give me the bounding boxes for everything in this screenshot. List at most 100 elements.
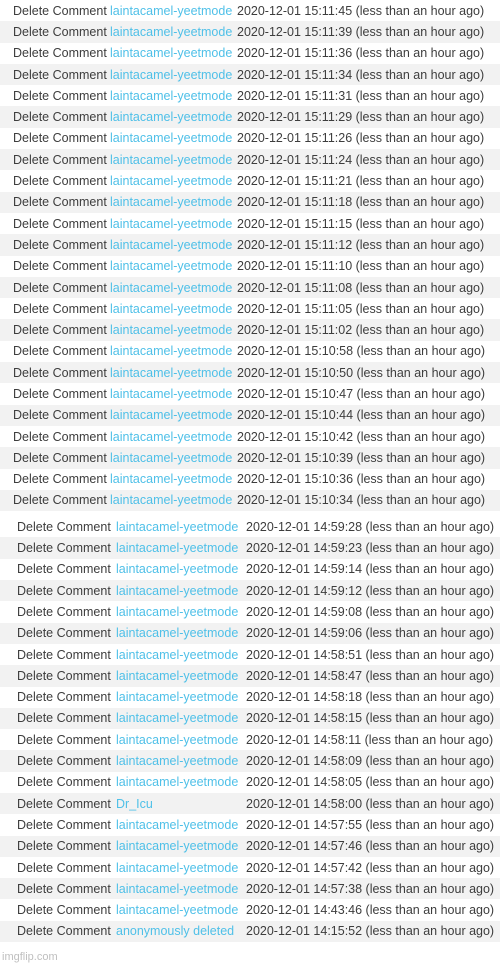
user-link[interactable]: laintacamel-yeetmode — [114, 750, 243, 771]
delete-comment-button[interactable]: Delete Comment — [0, 341, 110, 362]
delete-comment-button[interactable]: Delete Comment — [0, 106, 110, 127]
delete-comment-button[interactable]: Delete Comment — [0, 319, 110, 340]
user-link[interactable]: laintacamel-yeetmode — [110, 149, 237, 170]
user-link[interactable]: laintacamel-yeetmode — [110, 21, 237, 42]
user-link[interactable]: laintacamel-yeetmode — [110, 43, 237, 64]
delete-comment-button[interactable]: Delete Comment — [0, 64, 110, 85]
delete-comment-button[interactable]: Delete Comment — [0, 857, 114, 878]
delete-comment-button[interactable]: Delete Comment — [0, 793, 114, 814]
user-link[interactable]: laintacamel-yeetmode — [114, 772, 243, 793]
delete-comment-button[interactable]: Delete Comment — [0, 687, 114, 708]
timestamp: 2020-12-01 15:11:39 (less than an hour a… — [237, 24, 485, 39]
table-row: Delete Comment laintacamel-yeetmode 2020-1… — [0, 899, 500, 921]
timestamp: 2020-12-01 14:59:28 (less than an hour a… — [246, 519, 495, 534]
user-link[interactable]: laintacamel-yeetmode — [114, 729, 243, 750]
delete-comment-button[interactable]: Delete Comment — [0, 192, 110, 213]
user-link[interactable]: laintacamel-yeetmode — [110, 277, 237, 298]
table-row: Delete Comment laintacamel-yeetmode 2020-1… — [0, 340, 500, 363]
delete-comment-button[interactable]: Delete Comment — [0, 644, 114, 665]
delete-comment-button[interactable]: Delete Comment — [0, 469, 110, 490]
delete-comment-button[interactable]: Delete Comment — [0, 878, 114, 899]
user-link[interactable]: laintacamel-yeetmode — [110, 213, 237, 234]
delete-comment-button[interactable]: Delete Comment — [0, 362, 110, 383]
user-link[interactable]: laintacamel-yeetmode — [110, 319, 237, 340]
user-link[interactable]: laintacamel-yeetmode — [114, 708, 243, 729]
user-link[interactable]: laintacamel-yeetmode — [110, 362, 237, 383]
delete-comment-button[interactable]: Delete Comment — [0, 213, 110, 234]
user-link[interactable]: laintacamel-yeetmode — [114, 836, 243, 857]
delete-comment-button[interactable]: Delete Comment — [0, 447, 110, 468]
delete-comment-button[interactable]: Delete Comment — [0, 170, 110, 191]
user-link[interactable]: laintacamel-yeetmode — [110, 447, 237, 468]
user-link[interactable]: laintacamel-yeetmode — [110, 490, 237, 511]
delete-comment-button[interactable]: Delete Comment — [0, 601, 114, 622]
user-link[interactable]: laintacamel-yeetmode — [114, 537, 243, 558]
delete-comment-button[interactable]: Delete Comment — [0, 516, 114, 537]
user-link[interactable]: laintacamel-yeetmode — [114, 623, 243, 644]
table-row: Delete Comment laintacamel-yeetmode 2020-1… — [0, 856, 500, 879]
user-link[interactable]: laintacamel-yeetmode — [110, 383, 237, 404]
delete-comment-button[interactable]: Delete Comment — [0, 383, 110, 404]
user-link[interactable]: laintacamel-yeetmode — [110, 192, 237, 213]
delete-comment-button[interactable]: Delete Comment — [0, 814, 114, 835]
user-link[interactable]: laintacamel-yeetmode — [114, 665, 243, 686]
timestamp: 2020-12-01 14:57:55 (less than an hour a… — [246, 817, 495, 832]
delete-comment-button[interactable]: Delete Comment — [0, 405, 110, 426]
user-link[interactable]: anonymously deleted — [114, 921, 243, 942]
delete-comment-button[interactable]: Delete Comment — [0, 21, 110, 42]
delete-comment-button[interactable]: Delete Comment — [0, 665, 114, 686]
delete-comment-button[interactable]: Delete Comment — [0, 921, 114, 942]
delete-comment-button[interactable]: Delete Comment — [0, 708, 114, 729]
table-row: Delete Comment laintacamel-yeetmode 2020-1… — [0, 42, 500, 64]
user-link[interactable]: laintacamel-yeetmode — [110, 106, 237, 127]
delete-comment-button[interactable]: Delete Comment — [0, 149, 110, 170]
user-link[interactable]: laintacamel-yeetmode — [110, 85, 237, 106]
user-link[interactable]: laintacamel-yeetmode — [114, 559, 243, 580]
user-link[interactable]: laintacamel-yeetmode — [114, 644, 243, 665]
delete-comment-button[interactable]: Delete Comment — [0, 899, 114, 920]
delete-comment-button[interactable]: Delete Comment — [0, 234, 110, 255]
user-link[interactable]: laintacamel-yeetmode — [114, 899, 243, 920]
delete-comment-button[interactable]: Delete Comment — [0, 0, 110, 21]
delete-comment-button[interactable]: Delete Comment — [0, 426, 110, 447]
delete-comment-button[interactable]: Delete Comment — [0, 256, 110, 277]
user-link[interactable]: laintacamel-yeetmode — [114, 687, 243, 708]
delete-comment-button[interactable]: Delete Comment — [0, 537, 114, 558]
user-link[interactable]: laintacamel-yeetmode — [110, 64, 237, 85]
timestamp: 2020-12-01 14:58:15 (less than an hour a… — [246, 711, 495, 726]
user-link[interactable]: laintacamel-yeetmode — [110, 405, 237, 426]
delete-comment-button[interactable]: Delete Comment — [0, 490, 110, 511]
user-link[interactable]: laintacamel-yeetmode — [114, 516, 243, 537]
user-link[interactable]: laintacamel-yeetmode — [110, 298, 237, 319]
delete-comment-button[interactable]: Delete Comment — [0, 836, 114, 857]
table-row: Delete Comment Dr_Icu 2020-12-01 14:58:00 … — [0, 792, 500, 815]
table-row: Delete Comment laintacamel-yeetmode 2020-1… — [0, 191, 500, 213]
delete-comment-button[interactable]: Delete Comment — [0, 277, 110, 298]
delete-comment-button[interactable]: Delete Comment — [0, 298, 110, 319]
delete-comment-button[interactable]: Delete Comment — [0, 43, 110, 64]
delete-comment-button[interactable]: Delete Comment — [0, 559, 114, 580]
user-link[interactable]: laintacamel-yeetmode — [110, 469, 237, 490]
delete-comment-button[interactable]: Delete Comment — [0, 85, 110, 106]
user-link[interactable]: laintacamel-yeetmode — [114, 601, 243, 622]
user-link[interactable]: laintacamel-yeetmode — [114, 878, 243, 899]
user-link[interactable]: laintacamel-yeetmode — [110, 128, 237, 149]
user-link[interactable]: laintacamel-yeetmode — [110, 170, 237, 191]
delete-comment-button[interactable]: Delete Comment — [0, 128, 110, 149]
table-row: Delete Comment laintacamel-yeetmode 2020-1… — [0, 707, 500, 730]
delete-comment-button[interactable]: Delete Comment — [0, 750, 114, 771]
timestamp: 2020-12-01 15:11:21 (less than an hour a… — [237, 174, 485, 189]
user-link[interactable]: Dr_Icu — [114, 793, 243, 814]
delete-comment-button[interactable]: Delete Comment — [0, 729, 114, 750]
user-link[interactable]: laintacamel-yeetmode — [110, 234, 237, 255]
user-link[interactable]: laintacamel-yeetmode — [110, 341, 237, 362]
user-link[interactable]: laintacamel-yeetmode — [114, 814, 243, 835]
user-link[interactable]: laintacamel-yeetmode — [110, 426, 237, 447]
delete-comment-button[interactable]: Delete Comment — [0, 623, 114, 644]
user-link[interactable]: laintacamel-yeetmode — [114, 580, 243, 601]
user-link[interactable]: laintacamel-yeetmode — [110, 256, 237, 277]
delete-comment-button[interactable]: Delete Comment — [0, 772, 114, 793]
user-link[interactable]: laintacamel-yeetmode — [110, 0, 237, 21]
delete-comment-button[interactable]: Delete Comment — [0, 580, 114, 601]
user-link[interactable]: laintacamel-yeetmode — [114, 857, 243, 878]
